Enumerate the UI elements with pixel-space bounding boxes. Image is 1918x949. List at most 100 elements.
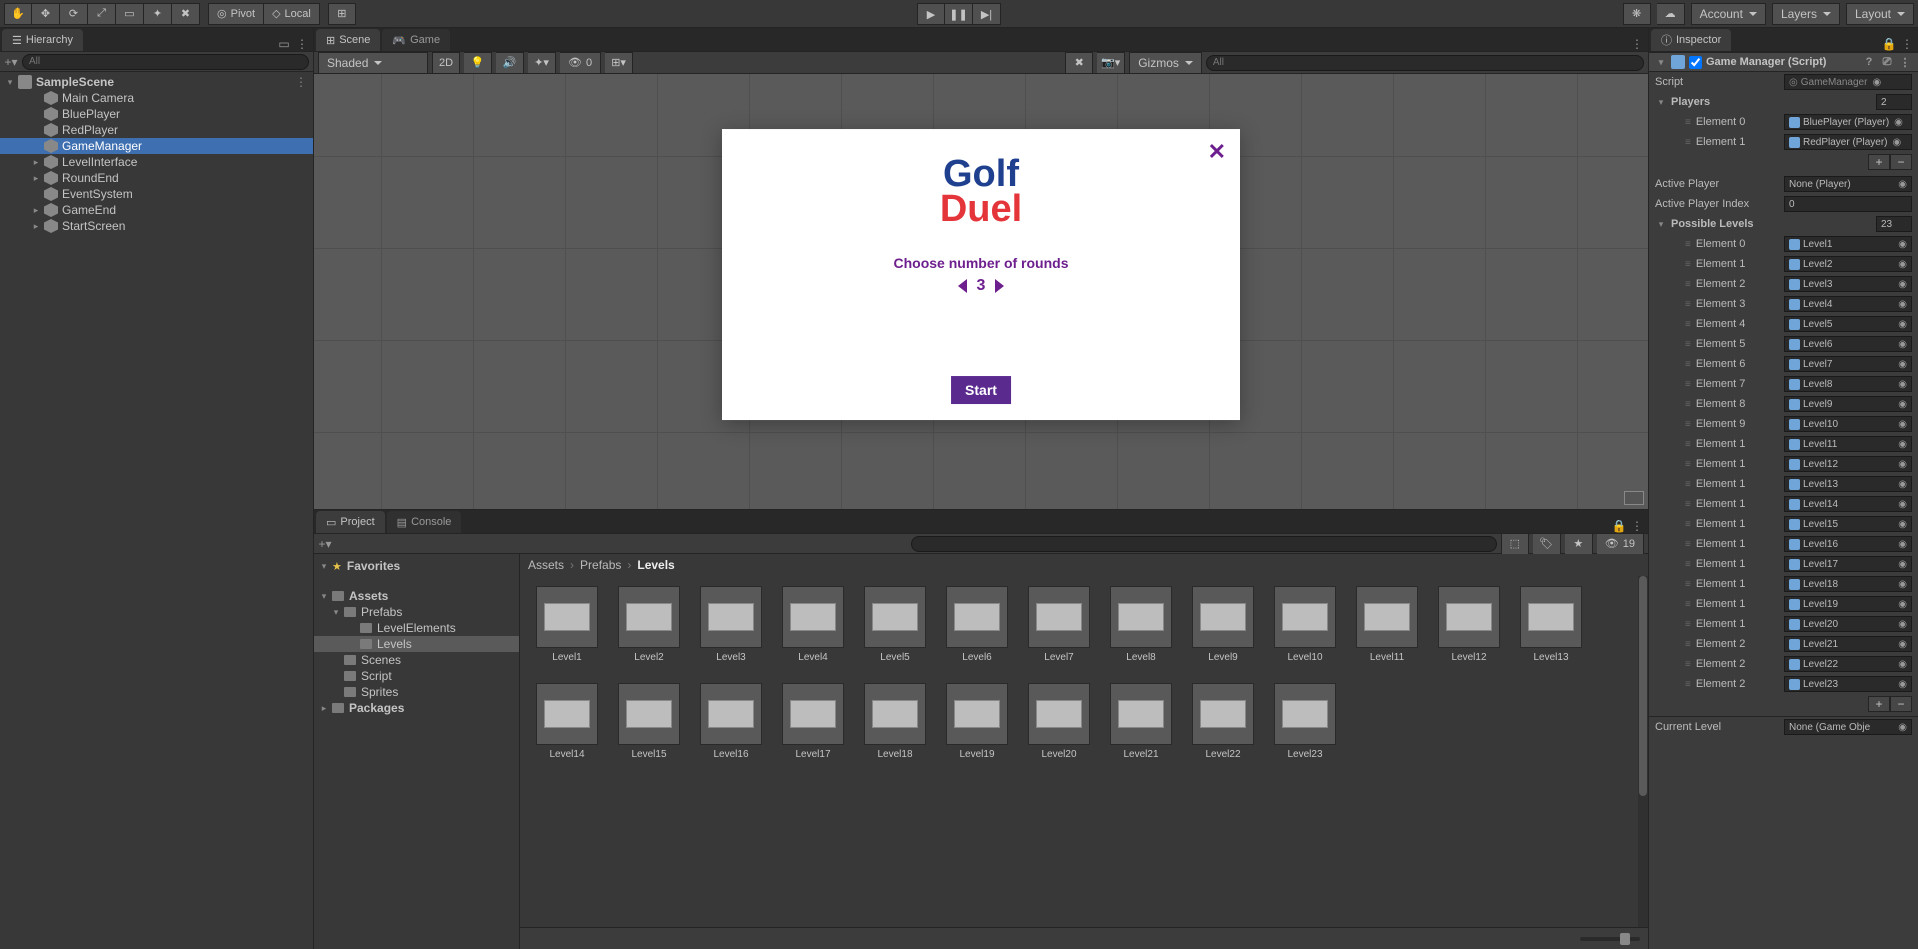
draw-mode-dropdown[interactable]: Shaded: [318, 52, 428, 74]
hidden-objects[interactable]: 👁0: [560, 52, 601, 74]
asset-level5[interactable]: Level5: [864, 586, 926, 663]
level-field-19[interactable]: Level20◉: [1784, 616, 1912, 632]
sprites-folder[interactable]: Sprites: [314, 684, 519, 700]
viewport-minimap[interactable]: [1624, 491, 1644, 505]
prefabs-folder[interactable]: ▾Prefabs: [314, 604, 519, 620]
scale-tool[interactable]: ⤢: [88, 3, 116, 25]
gizmos-dropdown[interactable]: Gizmos: [1129, 52, 1202, 74]
thumbnail-size-slider[interactable]: [1580, 937, 1640, 941]
levels-remove-button[interactable]: −: [1890, 696, 1912, 712]
custom-tool[interactable]: ✖: [172, 3, 200, 25]
component-menu-icon[interactable]: ⋮: [1898, 55, 1912, 69]
levels-add-button[interactable]: +: [1868, 696, 1890, 712]
pivot-toggle[interactable]: ◎Pivot: [208, 3, 264, 25]
breadcrumb-item[interactable]: Levels: [637, 558, 674, 572]
level-field-18[interactable]: Level19◉: [1784, 596, 1912, 612]
panel-collapse-icon[interactable]: ▭: [277, 37, 291, 51]
scene-tools-icon[interactable]: ✖: [1065, 52, 1093, 74]
hidden-packages[interactable]: 👁19: [1597, 533, 1644, 555]
player-1-field[interactable]: RedPlayer (Player)◉: [1784, 134, 1912, 150]
panel-menu-icon[interactable]: ⋮: [295, 37, 309, 51]
console-tab[interactable]: ▤Console: [387, 511, 462, 533]
level-field-8[interactable]: Level9◉: [1784, 396, 1912, 412]
level-field-17[interactable]: Level18◉: [1784, 576, 1912, 592]
level-field-22[interactable]: Level23◉: [1784, 676, 1912, 692]
asset-level8[interactable]: Level8: [1110, 586, 1172, 663]
levels-count-field[interactable]: [1876, 216, 1912, 232]
search-by-label-icon[interactable]: 🏷: [1533, 533, 1561, 555]
grid-dropdown[interactable]: ⊞▾: [605, 52, 633, 74]
component-header[interactable]: ▾ Game Manager (Script) ? ⎚ ⋮: [1649, 52, 1918, 72]
fx-dropdown[interactable]: ✦▾: [528, 52, 556, 74]
level-field-0[interactable]: Level1◉: [1784, 236, 1912, 252]
current-level-field[interactable]: None (Game Obje◉: [1784, 719, 1912, 735]
rect-tool[interactable]: ▭: [116, 3, 144, 25]
active-player-field[interactable]: None (Player)◉: [1784, 176, 1912, 192]
hierarchy-item-startscreen[interactable]: ▸StartScreen: [0, 218, 313, 234]
asset-level14[interactable]: Level14: [536, 683, 598, 760]
level-field-16[interactable]: Level17◉: [1784, 556, 1912, 572]
game-tab[interactable]: 🎮Game: [382, 29, 450, 51]
hierarchy-tab[interactable]: ☰Hierarchy: [2, 29, 83, 51]
hierarchy-item-main camera[interactable]: Main Camera: [0, 90, 313, 106]
hierarchy-item-gameend[interactable]: ▸GameEnd: [0, 202, 313, 218]
level-field-7[interactable]: Level8◉: [1784, 376, 1912, 392]
level-field-2[interactable]: Level3◉: [1784, 276, 1912, 292]
component-enabled-checkbox[interactable]: [1689, 56, 1702, 69]
level-field-4[interactable]: Level5◉: [1784, 316, 1912, 332]
hand-tool[interactable]: ✋: [4, 3, 32, 25]
level-field-13[interactable]: Level14◉: [1784, 496, 1912, 512]
project-tab[interactable]: ▭Project: [316, 511, 385, 533]
breadcrumb-item[interactable]: Assets: [528, 558, 564, 572]
scene-search[interactable]: [1206, 55, 1644, 71]
levels-array-header[interactable]: ▾Possible Levels: [1649, 214, 1918, 234]
asset-level11[interactable]: Level11: [1356, 586, 1418, 663]
help-icon[interactable]: ?: [1862, 55, 1876, 69]
level-field-9[interactable]: Level10◉: [1784, 416, 1912, 432]
step-button[interactable]: ▶|: [973, 3, 1001, 25]
level-field-21[interactable]: Level22◉: [1784, 656, 1912, 672]
level-field-11[interactable]: Level12◉: [1784, 456, 1912, 472]
close-button[interactable]: ✕: [1208, 139, 1226, 165]
asset-level2[interactable]: Level2: [618, 586, 680, 663]
players-remove-button[interactable]: −: [1890, 154, 1912, 170]
cloud-icon[interactable]: ☁: [1657, 3, 1685, 25]
account-dropdown[interactable]: Account: [1691, 3, 1766, 25]
asset-level20[interactable]: Level20: [1028, 683, 1090, 760]
panel-lock-icon[interactable]: 🔒: [1612, 519, 1626, 533]
script-folder[interactable]: Script: [314, 668, 519, 684]
level-field-3[interactable]: Level4◉: [1784, 296, 1912, 312]
scene-view[interactable]: ✕ Golf Duel Choose number of rounds 3 St…: [314, 74, 1648, 509]
level-field-10[interactable]: Level11◉: [1784, 436, 1912, 452]
level-field-12[interactable]: Level13◉: [1784, 476, 1912, 492]
preset-icon[interactable]: ⎚: [1880, 55, 1894, 69]
project-search[interactable]: [911, 536, 1496, 552]
assets-folder[interactable]: ▾Assets: [314, 588, 519, 604]
panel-lock-icon[interactable]: 🔒: [1882, 37, 1896, 51]
players-array-header[interactable]: ▾Players: [1649, 92, 1918, 112]
lighting-toggle[interactable]: 💡: [464, 52, 492, 74]
hierarchy-item-gamemanager[interactable]: GameManager: [0, 138, 313, 154]
asset-level12[interactable]: Level12: [1438, 586, 1500, 663]
asset-level7[interactable]: Level7: [1028, 586, 1090, 663]
layout-dropdown[interactable]: Layout: [1846, 3, 1914, 25]
project-create-dropdown[interactable]: +▾: [318, 537, 332, 551]
asset-level23[interactable]: Level23: [1274, 683, 1336, 760]
asset-level1[interactable]: Level1: [536, 586, 598, 663]
move-tool[interactable]: ✥: [32, 3, 60, 25]
asset-level19[interactable]: Level19: [946, 683, 1008, 760]
scene-row[interactable]: ▾SampleScene⋮: [0, 74, 313, 90]
asset-level9[interactable]: Level9: [1192, 586, 1254, 663]
level-field-5[interactable]: Level6◉: [1784, 336, 1912, 352]
inspector-tab[interactable]: ⓘInspector: [1651, 29, 1731, 51]
asset-level21[interactable]: Level21: [1110, 683, 1172, 760]
collab-icon[interactable]: ❋: [1623, 3, 1651, 25]
script-field[interactable]: ◎ GameManager ◉: [1784, 74, 1912, 90]
players-count-field[interactable]: [1876, 94, 1912, 110]
level-field-14[interactable]: Level15◉: [1784, 516, 1912, 532]
breadcrumb-item[interactable]: Prefabs: [580, 558, 621, 572]
level-field-6[interactable]: Level7◉: [1784, 356, 1912, 372]
hierarchy-item-redplayer[interactable]: RedPlayer: [0, 122, 313, 138]
packages-folder[interactable]: ▸Packages: [314, 700, 519, 716]
hierarchy-item-roundend[interactable]: ▸RoundEnd: [0, 170, 313, 186]
